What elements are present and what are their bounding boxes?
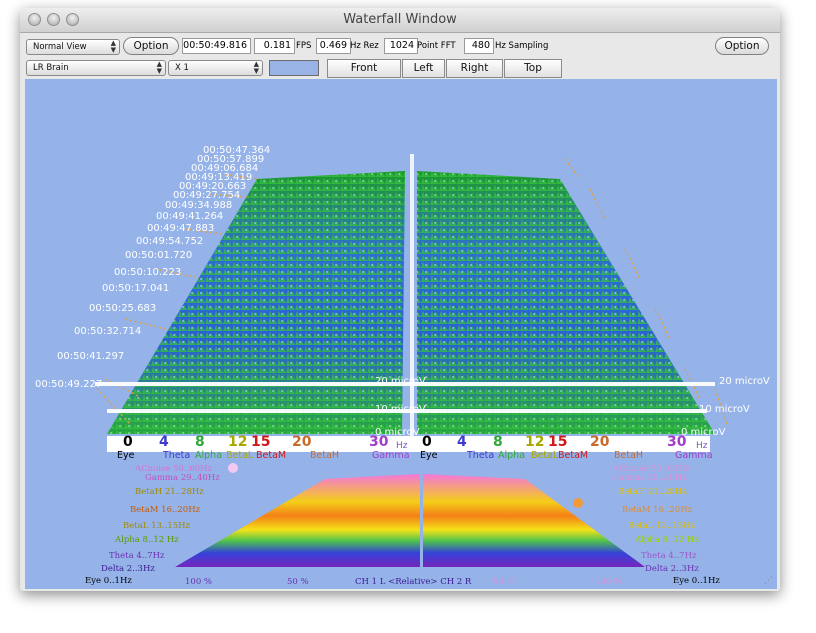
front-view-button[interactable]: Front xyxy=(327,59,401,78)
view-mode-value: Normal View xyxy=(33,42,87,52)
freq-tick: 15 xyxy=(548,434,568,450)
band-row-label: Delta 2..3Hz xyxy=(101,564,155,574)
percent-label: 50 % xyxy=(287,577,309,587)
option-right-button[interactable]: Option xyxy=(715,37,769,55)
band-row-label: Alpha 8..12 Hz xyxy=(115,535,179,545)
scale-value: X 1 xyxy=(175,63,189,73)
band-row-label: Theta 4..7Hz xyxy=(109,551,165,561)
freq-tick: 30 xyxy=(369,434,389,450)
window-title: Waterfall Window xyxy=(343,12,457,27)
waterfall-3d-view[interactable]: 00:50:47.364 00:50:57.899 00:49:06.684 0… xyxy=(25,79,777,589)
band-row-label: Theta 4..7Hz xyxy=(641,551,697,561)
band-label: BetaH xyxy=(614,450,644,461)
timestamp-label: 00:50:41.297 xyxy=(57,351,125,362)
sampling-field[interactable]: 480 xyxy=(464,38,494,54)
band-label: Alpha xyxy=(195,450,223,461)
timestamp-label: 00:50:49.227 xyxy=(35,379,103,390)
percent-label: 50 % xyxy=(493,577,515,587)
updown-arrows-icon: ▲ ▼ xyxy=(156,60,162,75)
band-label: Gamma xyxy=(675,450,713,461)
freq-tick: 8 xyxy=(493,434,503,450)
freq-tick: 0 xyxy=(123,434,133,450)
band-row-label: BetaL 13..15Hz xyxy=(123,521,191,531)
microv-label: 20 microV xyxy=(375,376,426,387)
fps-label: FPS xyxy=(296,41,312,51)
band-label: BetaM xyxy=(558,450,589,461)
freq-tick: 12 xyxy=(525,434,545,450)
timestamp-label: 00:50:01.720 xyxy=(125,250,193,261)
montage-select[interactable]: LR Brain ▲ ▼ xyxy=(26,60,166,76)
band-row-label: BetaM 16..20Hz xyxy=(622,505,693,515)
updown-arrows-icon: ▲ ▼ xyxy=(253,60,259,75)
resize-grip-icon[interactable]: ⋰ xyxy=(764,576,774,586)
timestamp-label: 00:50:17.041 xyxy=(102,283,170,294)
time-field[interactable]: 00:50:49.816 xyxy=(182,38,251,54)
freq-tick: 0 xyxy=(422,434,432,450)
band-row-label: Eye 0..1Hz xyxy=(85,576,132,586)
resolution-label: Hz Rez xyxy=(350,41,379,51)
band-label: Gamma xyxy=(372,450,410,461)
fft-label: Point FFT xyxy=(417,41,456,51)
title-bar: Waterfall Window xyxy=(20,8,780,33)
band-label: BetaM xyxy=(256,450,287,461)
band-row-label: Gamma 29..40Hz xyxy=(145,473,220,483)
view-mode-select[interactable]: Normal View ▲ ▼ xyxy=(26,39,120,55)
fft-field[interactable]: 1024 xyxy=(384,38,418,54)
band-label: BetaL xyxy=(226,450,254,461)
band-label: Eye xyxy=(420,450,438,461)
channel-label: CH 1 L <Relative> CH 2 R xyxy=(355,577,472,587)
freq-tick: 15 xyxy=(251,434,271,450)
montage-value: LR Brain xyxy=(33,63,69,73)
band-label: Theta xyxy=(163,450,191,461)
fps-field[interactable]: 0.181 xyxy=(254,38,295,54)
freq-tick: 8 xyxy=(195,434,205,450)
microv-label: 20 microV xyxy=(719,376,770,387)
right-view-button[interactable]: Right xyxy=(446,59,503,78)
sampling-label: Hz Sampling xyxy=(495,41,549,51)
band-row-label: BetaH 21..28Hz xyxy=(618,487,687,497)
band-row-label: Gamma 29..40Hz xyxy=(612,473,687,483)
band-row-label: BetaM 16..20Hz xyxy=(130,505,201,515)
band-label: BetaL xyxy=(531,450,559,461)
toolbar: Normal View ▲ ▼ Option 00:50:49.816 0.181… xyxy=(20,33,780,79)
timestamp-label: 00:49:47.883 xyxy=(147,223,215,234)
percent-label: 100 % xyxy=(595,577,623,587)
band-label: Alpha xyxy=(498,450,526,461)
band-row-label: BetaL 13..15Hz xyxy=(628,521,696,531)
timestamp-label: 00:49:34.988 xyxy=(165,200,233,211)
timestamp-label: 00:49:41.264 xyxy=(156,211,224,222)
option-button[interactable]: Option xyxy=(123,37,179,55)
microv-label: 10 microV xyxy=(699,404,750,415)
timestamp-label: 00:50:32.714 xyxy=(74,326,142,337)
freq-tick: 20 xyxy=(590,434,610,450)
freq-tick: 4 xyxy=(457,434,467,450)
band-row-label: Delta 2..3Hz xyxy=(645,564,699,574)
timestamp-label: 00:49:54.752 xyxy=(136,236,204,247)
microv-label: 10 microV xyxy=(375,404,426,415)
timestamp-label: 00:50:10.223 xyxy=(114,267,182,278)
waterfall-window: Waterfall Window Normal View ▲ ▼ Option 0… xyxy=(20,8,780,591)
timestamp-label: 00:50:25.683 xyxy=(89,303,157,314)
freq-tick: 30 xyxy=(667,434,687,450)
band-row-label: Eye 0..1Hz xyxy=(673,576,720,586)
freq-tick: 12 xyxy=(228,434,248,450)
band-label: Eye xyxy=(117,450,135,461)
resolution-field[interactable]: 0.469 xyxy=(316,38,351,54)
scale-select[interactable]: X 1 ▲ ▼ xyxy=(168,60,263,76)
band-label: Theta xyxy=(467,450,495,461)
percent-label: 100 % xyxy=(185,577,213,587)
band-row-label: Alpha 8..12 Hz xyxy=(635,535,699,545)
updown-arrows-icon: ▲ ▼ xyxy=(110,39,116,54)
band-label: BetaH xyxy=(310,450,340,461)
band-row-label: BetaH 21..28Hz xyxy=(135,487,204,497)
left-view-button[interactable]: Left xyxy=(402,59,445,78)
background-color-swatch[interactable] xyxy=(269,60,319,76)
freq-tick: 20 xyxy=(292,434,312,450)
top-view-button[interactable]: Top xyxy=(504,59,562,78)
freq-tick: 4 xyxy=(159,434,169,450)
